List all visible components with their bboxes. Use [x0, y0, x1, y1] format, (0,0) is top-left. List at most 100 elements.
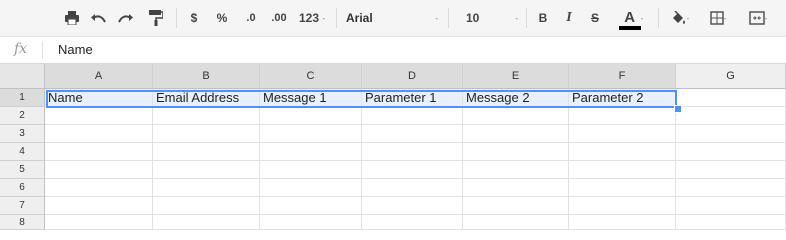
column-header-b[interactable]: B [153, 64, 260, 89]
column-header-a[interactable]: A [45, 64, 153, 89]
cell-c6[interactable] [260, 179, 362, 197]
formula-input[interactable]: Name [58, 42, 93, 57]
cell-a6[interactable] [45, 179, 153, 197]
row-header-3[interactable]: 3 [0, 125, 45, 143]
row-header-4[interactable]: 4 [0, 143, 45, 161]
decrease-decimal-button[interactable]: .0 [240, 6, 262, 30]
cell-d7[interactable] [362, 197, 463, 215]
toolbar-separator [448, 8, 449, 28]
cell-b2[interactable] [153, 107, 260, 125]
cell-c4[interactable] [260, 143, 362, 161]
font-family-dropdown[interactable]: Arial - [346, 6, 438, 30]
cell-a3[interactable] [45, 125, 153, 143]
cell-e1[interactable]: Message 2 [463, 89, 569, 107]
cell-d6[interactable] [362, 179, 463, 197]
fill-handle[interactable] [674, 105, 682, 113]
cell-e2[interactable] [463, 107, 569, 125]
cell-c2[interactable] [260, 107, 362, 125]
cell-f6[interactable] [569, 179, 676, 197]
bold-button[interactable]: B [534, 6, 552, 30]
cell-b6[interactable] [153, 179, 260, 197]
redo-icon [117, 12, 133, 24]
column-header-c[interactable]: C [260, 64, 362, 89]
cell-c5[interactable] [260, 161, 362, 179]
cell-e3[interactable] [463, 125, 569, 143]
currency-label: $ [190, 11, 198, 25]
cell-c7[interactable] [260, 197, 362, 215]
column-header-e[interactable]: E [463, 64, 569, 89]
more-formats-dropdown[interactable]: 123 - [294, 6, 330, 30]
cell-d3[interactable] [362, 125, 463, 143]
cell-g3[interactable] [676, 125, 786, 143]
cell-d1[interactable]: Parameter 1 [362, 89, 463, 107]
cell-d2[interactable] [362, 107, 463, 125]
cell-f3[interactable] [569, 125, 676, 143]
cell-b8[interactable] [153, 215, 260, 230]
row-header-2[interactable]: 2 [0, 107, 45, 125]
print-button[interactable] [60, 6, 84, 30]
increase-decimal-button[interactable]: .00 [266, 6, 292, 30]
cell-f8[interactable] [569, 215, 676, 230]
percent-format-button[interactable]: % [212, 6, 232, 30]
cell-b3[interactable] [153, 125, 260, 143]
cell-b7[interactable] [153, 197, 260, 215]
cell-d4[interactable] [362, 143, 463, 161]
fill-color-button[interactable]: - [664, 6, 696, 30]
column-label: D [408, 70, 416, 82]
text-color-swatch [618, 26, 641, 30]
cell-f7[interactable] [569, 197, 676, 215]
cell-e7[interactable] [463, 197, 569, 215]
cell-g5[interactable] [676, 161, 786, 179]
row-header-1[interactable]: 1 [0, 89, 45, 107]
cell-f5[interactable] [569, 161, 676, 179]
cell-c1[interactable]: Message 1 [260, 89, 362, 107]
cell-a8[interactable] [45, 215, 153, 230]
cell-f4[interactable] [569, 143, 676, 161]
column-header-g[interactable]: G [676, 64, 786, 89]
column-header-d[interactable]: D [362, 64, 463, 89]
cell-g4[interactable] [676, 143, 786, 161]
cell-g2[interactable] [676, 107, 786, 125]
cell-d5[interactable] [362, 161, 463, 179]
select-all-corner[interactable] [0, 64, 45, 89]
cell-b4[interactable] [153, 143, 260, 161]
cell-b1[interactable]: Email Address [153, 89, 260, 107]
cell-g8[interactable] [676, 215, 786, 230]
italic-button[interactable]: I [560, 6, 578, 30]
font-size-dropdown[interactable]: 10 - [466, 6, 518, 30]
cell-a1[interactable]: Name [45, 89, 153, 107]
row-header-5[interactable]: 5 [0, 161, 45, 179]
cell-g6[interactable] [676, 179, 786, 197]
dropdown-caret: - [435, 13, 438, 23]
cell-e8[interactable] [463, 215, 569, 230]
spreadsheet-grid: A B C D E F G 1 2 3 4 5 6 7 8 Name Email … [0, 64, 786, 230]
formula-bar-divider [42, 41, 43, 59]
currency-format-button[interactable]: $ [186, 6, 202, 30]
cell-g7[interactable] [676, 197, 786, 215]
row-header-7[interactable]: 7 [0, 197, 45, 215]
paint-format-button[interactable] [144, 6, 168, 30]
merge-cells-button[interactable]: - [738, 6, 778, 30]
redo-button[interactable] [114, 6, 136, 30]
text-color-button[interactable]: A - [612, 6, 650, 30]
row-header-6[interactable]: 6 [0, 179, 45, 197]
undo-button[interactable] [88, 6, 110, 30]
borders-button[interactable]: - [702, 6, 734, 30]
cell-b5[interactable] [153, 161, 260, 179]
column-header-f[interactable]: F [569, 64, 676, 89]
cell-c3[interactable] [260, 125, 362, 143]
cell-d8[interactable] [362, 215, 463, 230]
cell-a4[interactable] [45, 143, 153, 161]
row-header-8[interactable]: 8 [0, 215, 45, 230]
cell-f1[interactable]: Parameter 2 [569, 89, 676, 107]
cell-e4[interactable] [463, 143, 569, 161]
strikethrough-button[interactable]: S [586, 6, 604, 30]
cell-f2[interactable] [569, 107, 676, 125]
cell-a7[interactable] [45, 197, 153, 215]
cell-a2[interactable] [45, 107, 153, 125]
cell-a5[interactable] [45, 161, 153, 179]
cell-c8[interactable] [260, 215, 362, 230]
cell-e5[interactable] [463, 161, 569, 179]
cell-g1[interactable] [676, 89, 786, 107]
cell-e6[interactable] [463, 179, 569, 197]
